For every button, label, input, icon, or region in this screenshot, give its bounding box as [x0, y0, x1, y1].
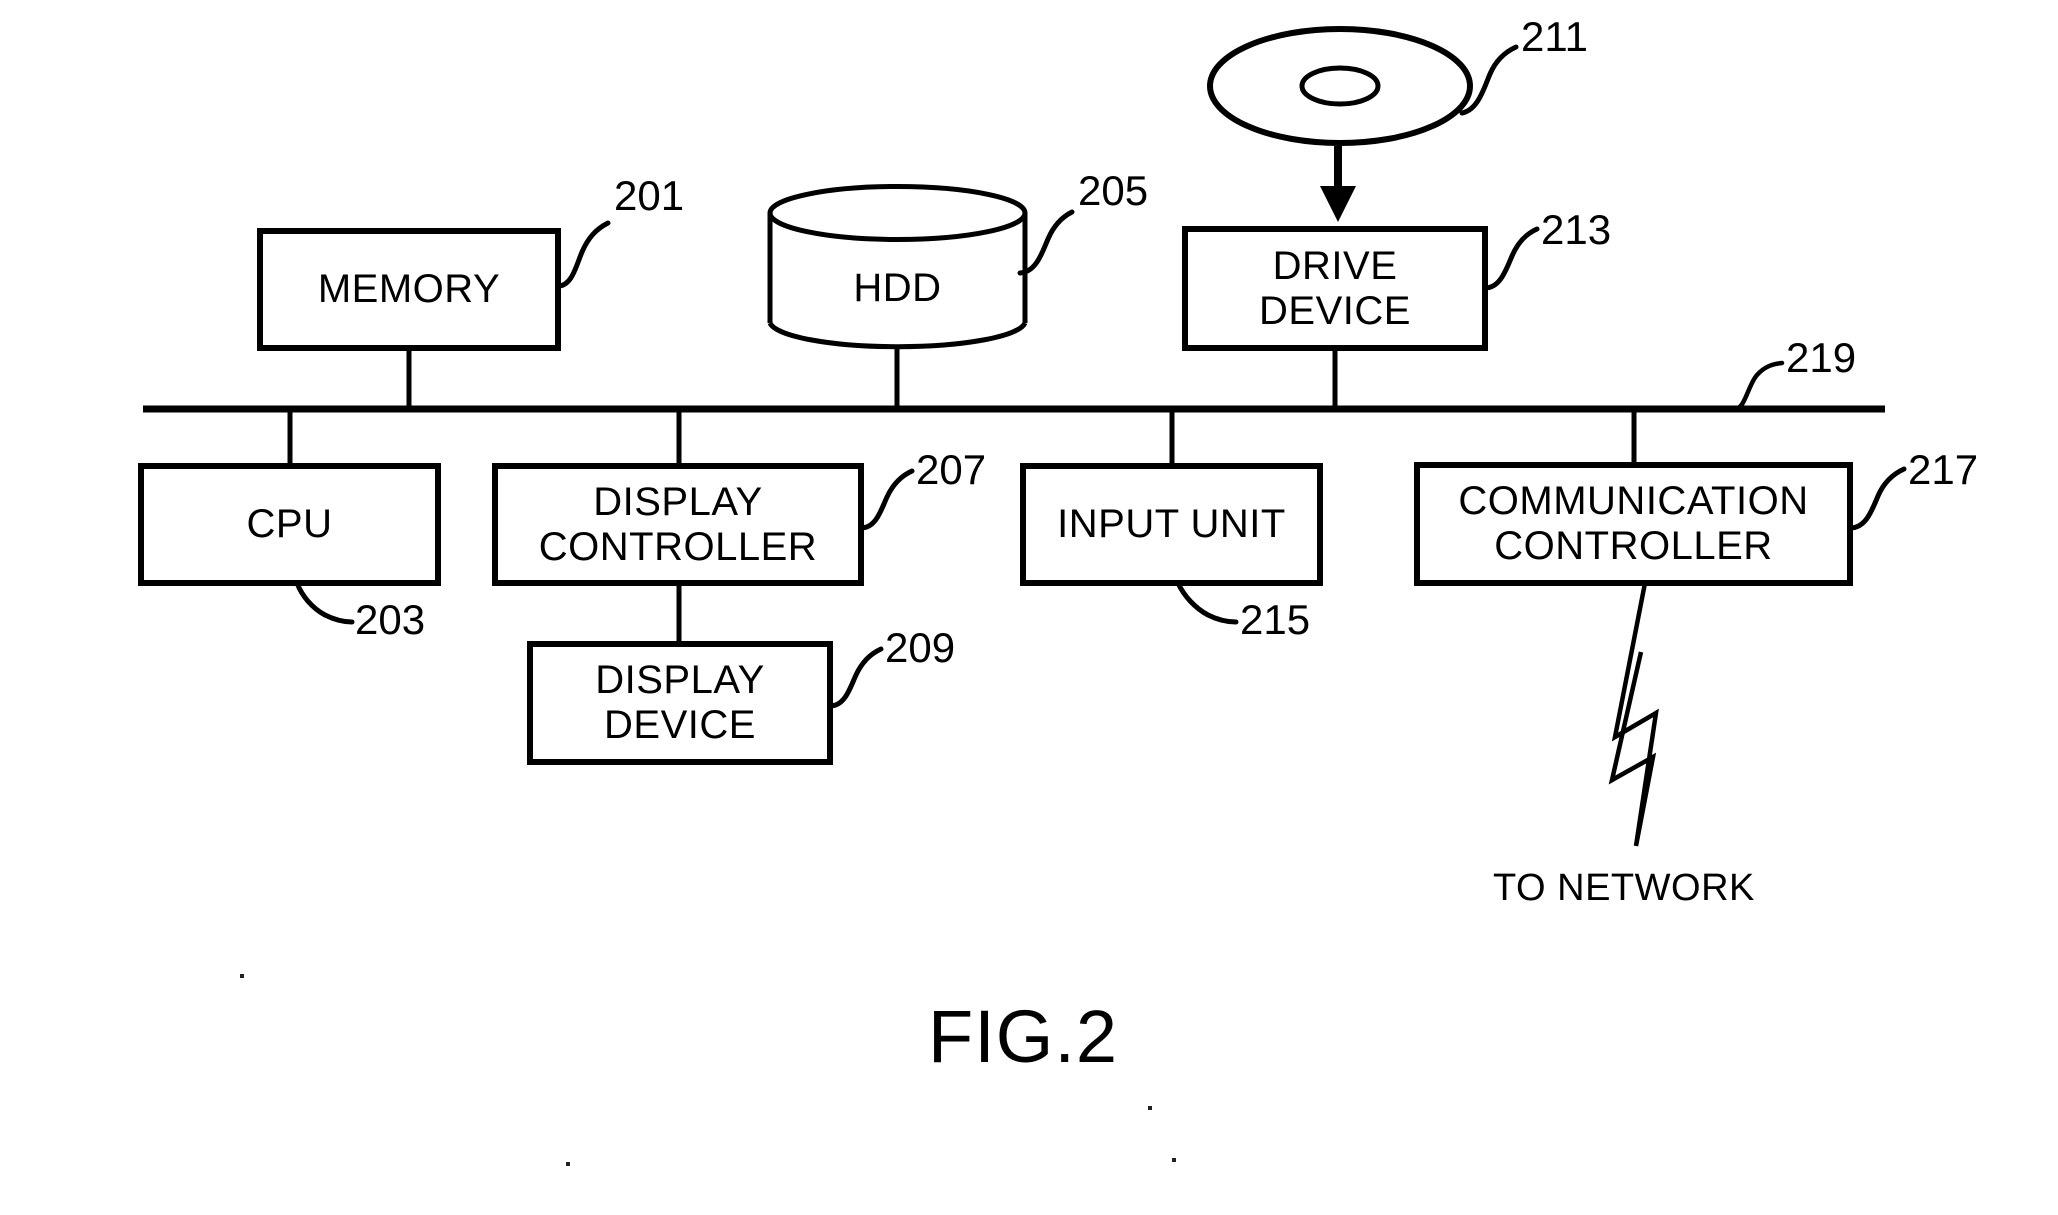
block-communication-controller[interactable]	[1414, 462, 1853, 586]
block-input-unit[interactable]	[1020, 463, 1323, 586]
scan-speck	[1172, 1158, 1176, 1162]
ref-leader-219	[1732, 360, 1785, 412]
ref-number-207: 207	[916, 446, 987, 493]
to-network-label: TO NETWORK	[1493, 867, 1755, 909]
ref-leader-201	[555, 220, 611, 289]
block-display-controller[interactable]	[492, 463, 864, 586]
ref-leader-207	[858, 468, 915, 531]
network-lightning-icon	[1608, 582, 1659, 847]
ref-number-213: 213	[1541, 206, 1612, 253]
scan-speck	[240, 974, 244, 978]
ref-number-205: 205	[1078, 167, 1149, 214]
block-memory[interactable]	[257, 228, 561, 351]
ref-number-209: 209	[885, 624, 956, 671]
ref-leader-215	[1175, 580, 1239, 625]
ref-leader-217	[1847, 466, 1907, 531]
ref-number-215: 215	[1240, 596, 1311, 643]
ref-number-201: 201	[614, 172, 685, 219]
scan-speck	[1148, 1106, 1152, 1110]
figure-canvas: MEMORY CPU HDD DISPLAY CONTROLLER DISPLA…	[0, 0, 2058, 1215]
storage-medium-disc-icon[interactable]	[1207, 26, 1473, 146]
block-drive-device[interactable]	[1182, 226, 1488, 351]
insert-arrow-icon	[1320, 146, 1356, 222]
ref-number-203: 203	[355, 596, 426, 643]
hdd-cylinder-icon[interactable]	[767, 184, 1028, 350]
ref-number-217: 217	[1908, 446, 1979, 493]
figure-caption: FIG.2	[928, 995, 1119, 1078]
ref-leader-205	[1017, 209, 1075, 276]
block-display-device[interactable]	[527, 641, 833, 765]
ref-number-219: 219	[1786, 334, 1857, 381]
block-cpu[interactable]	[138, 463, 441, 586]
scan-speck	[566, 1162, 570, 1166]
ref-leader-213	[1482, 226, 1540, 291]
ref-number-211: 211	[1521, 13, 1588, 60]
ref-leader-203	[294, 580, 355, 625]
ref-leader-209	[827, 646, 884, 709]
